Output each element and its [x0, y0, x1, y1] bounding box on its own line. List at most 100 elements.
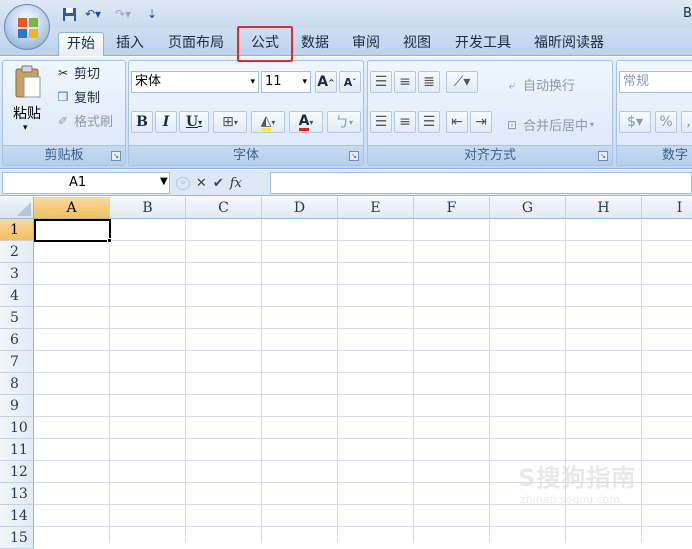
- column-header-e[interactable]: E: [338, 197, 414, 219]
- redo-icon[interactable]: ↷▾: [112, 5, 134, 23]
- row-header-3[interactable]: 3: [0, 263, 34, 285]
- align-middle-icon[interactable]: ≡: [394, 71, 416, 93]
- bold-button[interactable]: B: [131, 111, 153, 133]
- column-header-d[interactable]: D: [262, 197, 338, 219]
- accounting-format-icon[interactable]: $▾: [619, 111, 651, 133]
- row-header-4[interactable]: 4: [0, 285, 34, 307]
- column-header-a[interactable]: A: [34, 197, 110, 219]
- font-name-value: 宋体: [135, 74, 162, 89]
- row-header-9[interactable]: 9: [0, 395, 34, 417]
- orientation-icon[interactable]: ⟋▾: [446, 71, 478, 93]
- cancel-icon[interactable]: ✕: [196, 176, 207, 191]
- shrink-font-button[interactable]: Aˇ: [339, 71, 361, 93]
- font-launcher-icon[interactable]: ↘: [349, 151, 359, 161]
- font-name-select[interactable]: 宋体 ▾: [131, 71, 259, 93]
- chevron-down-icon: ▾: [590, 120, 595, 129]
- clipboard-launcher-icon[interactable]: ↘: [111, 151, 121, 161]
- tab-view[interactable]: 视图: [398, 32, 436, 56]
- undo-icon[interactable]: ↶▾: [82, 5, 104, 23]
- row-header-10[interactable]: 10: [0, 417, 34, 439]
- merge-center-button[interactable]: ⊡ 合并后居中 ▾: [504, 115, 595, 135]
- scissors-icon: ✂: [57, 65, 69, 80]
- active-cell[interactable]: [34, 219, 111, 242]
- tab-data[interactable]: 数据: [297, 32, 333, 56]
- grow-font-button[interactable]: A ^: [315, 71, 337, 93]
- tab-developer[interactable]: 开发工具: [451, 32, 515, 56]
- tab-home[interactable]: 开始: [58, 32, 104, 56]
- tab-insert[interactable]: 插入: [110, 32, 150, 56]
- percent-button[interactable]: %: [655, 111, 677, 133]
- format-painter-label: 格式刷: [74, 115, 114, 130]
- formula-input[interactable]: [270, 172, 692, 194]
- wrap-text-button[interactable]: ⤶ 自动换行: [504, 75, 575, 95]
- underline-button[interactable]: U ▾: [179, 111, 209, 133]
- cut-button[interactable]: ✂ 剪切: [55, 63, 100, 83]
- office-button[interactable]: [4, 4, 50, 50]
- phonetic-button[interactable]: ㄅ ▾: [327, 111, 361, 133]
- watermark-brand: S搜狗指南: [518, 464, 637, 492]
- row-header-13[interactable]: 13: [0, 483, 34, 505]
- align-center-icon[interactable]: ≡: [394, 111, 416, 133]
- align-left-icon[interactable]: ☰: [370, 111, 392, 133]
- fill-color-button[interactable]: ◭ ▾: [251, 111, 285, 133]
- row-header-14[interactable]: 14: [0, 505, 34, 527]
- watermark-url: zhinan.sogou.com: [520, 493, 621, 506]
- formula-bar-expand-icon[interactable]: ◦: [176, 176, 190, 190]
- alignment-group: ☰ ≡ ≣ ⟋▾ ⤶ 自动换行 ☰ ≡ ☰ ⇤ ⇥ ⊡ 合并后居中 ▾ 对齐方式…: [367, 60, 613, 166]
- row-header-12[interactable]: 12: [0, 461, 34, 483]
- font-color-button[interactable]: A ▾: [289, 111, 323, 133]
- column-header-g[interactable]: G: [490, 197, 566, 219]
- column-header-i[interactable]: I: [642, 197, 692, 219]
- tab-foxit-reader[interactable]: 福昕阅读器: [529, 32, 609, 56]
- row-header-8[interactable]: 8: [0, 373, 34, 395]
- name-box[interactable]: A1: [2, 172, 170, 194]
- tab-page-layout[interactable]: 页面布局: [162, 32, 230, 56]
- chevron-down-icon[interactable]: ▼: [160, 176, 168, 187]
- format-painter-button[interactable]: ✐ 格式刷: [55, 111, 114, 131]
- row-header-6[interactable]: 6: [0, 329, 34, 351]
- align-right-icon[interactable]: ☰: [418, 111, 440, 133]
- font-group-label: 字体: [129, 145, 363, 165]
- clipboard-group-label: 剪贴板: [3, 145, 125, 165]
- qat-customize-icon[interactable]: ⇣: [145, 5, 159, 23]
- row-header-15[interactable]: 15: [0, 527, 34, 549]
- brush-icon: ✐: [57, 113, 69, 128]
- row-header-7[interactable]: 7: [0, 351, 34, 373]
- paint-bucket-icon: ◭: [260, 112, 272, 131]
- row-header-11[interactable]: 11: [0, 439, 34, 461]
- row-header-5[interactable]: 5: [0, 307, 34, 329]
- increase-indent-icon[interactable]: ⇥: [470, 111, 492, 133]
- chevron-down-icon: ▾: [302, 77, 307, 87]
- row-header-1[interactable]: 1: [0, 219, 34, 241]
- column-header-f[interactable]: F: [414, 197, 490, 219]
- tab-review[interactable]: 审阅: [348, 32, 384, 56]
- insert-function-icon[interactable]: fx: [230, 176, 242, 191]
- italic-button[interactable]: I: [155, 111, 177, 133]
- paste-label: 粘贴: [13, 106, 41, 122]
- select-all-corner[interactable]: [0, 197, 34, 219]
- comma-style-icon[interactable]: ,: [681, 111, 692, 133]
- font-group: 宋体 ▾ 11 ▾ A ^ Aˇ B I U ▾ ⊞ ▾ ◭ ▾ A ▾ ㄅ ▾ 字体 ↘: [128, 60, 364, 166]
- font-color-icon: A: [298, 112, 310, 131]
- paste-icon: [15, 65, 41, 98]
- number-format-select[interactable]: 常规: [619, 71, 692, 93]
- check-icon[interactable]: ✔: [213, 176, 224, 191]
- copy-button[interactable]: ❐ 复制: [55, 87, 100, 107]
- borders-icon: ⊞: [222, 114, 234, 130]
- fill-handle[interactable]: [107, 238, 112, 243]
- borders-button[interactable]: ⊞ ▾: [213, 111, 247, 133]
- row-header-2[interactable]: 2: [0, 241, 34, 263]
- align-bottom-icon[interactable]: ≣: [418, 71, 440, 93]
- decrease-indent-icon[interactable]: ⇤: [446, 111, 468, 133]
- column-header-h[interactable]: H: [566, 197, 642, 219]
- office-logo-icon: [18, 18, 38, 38]
- column-header-c[interactable]: C: [186, 197, 262, 219]
- alignment-launcher-icon[interactable]: ↘: [598, 151, 608, 161]
- clipboard-group: 粘贴 ▾ ✂ 剪切 ❐ 复制 ✐ 格式刷 剪贴板 ↘: [2, 60, 126, 166]
- formula-buttons: ◦ ✕ ✔ fx: [176, 173, 268, 193]
- column-header-b[interactable]: B: [110, 197, 186, 219]
- save-icon[interactable]: [60, 5, 78, 23]
- align-top-icon[interactable]: ☰: [370, 71, 392, 93]
- paste-button[interactable]: 粘贴 ▾: [7, 63, 49, 141]
- font-size-select[interactable]: 11 ▾: [261, 71, 311, 93]
